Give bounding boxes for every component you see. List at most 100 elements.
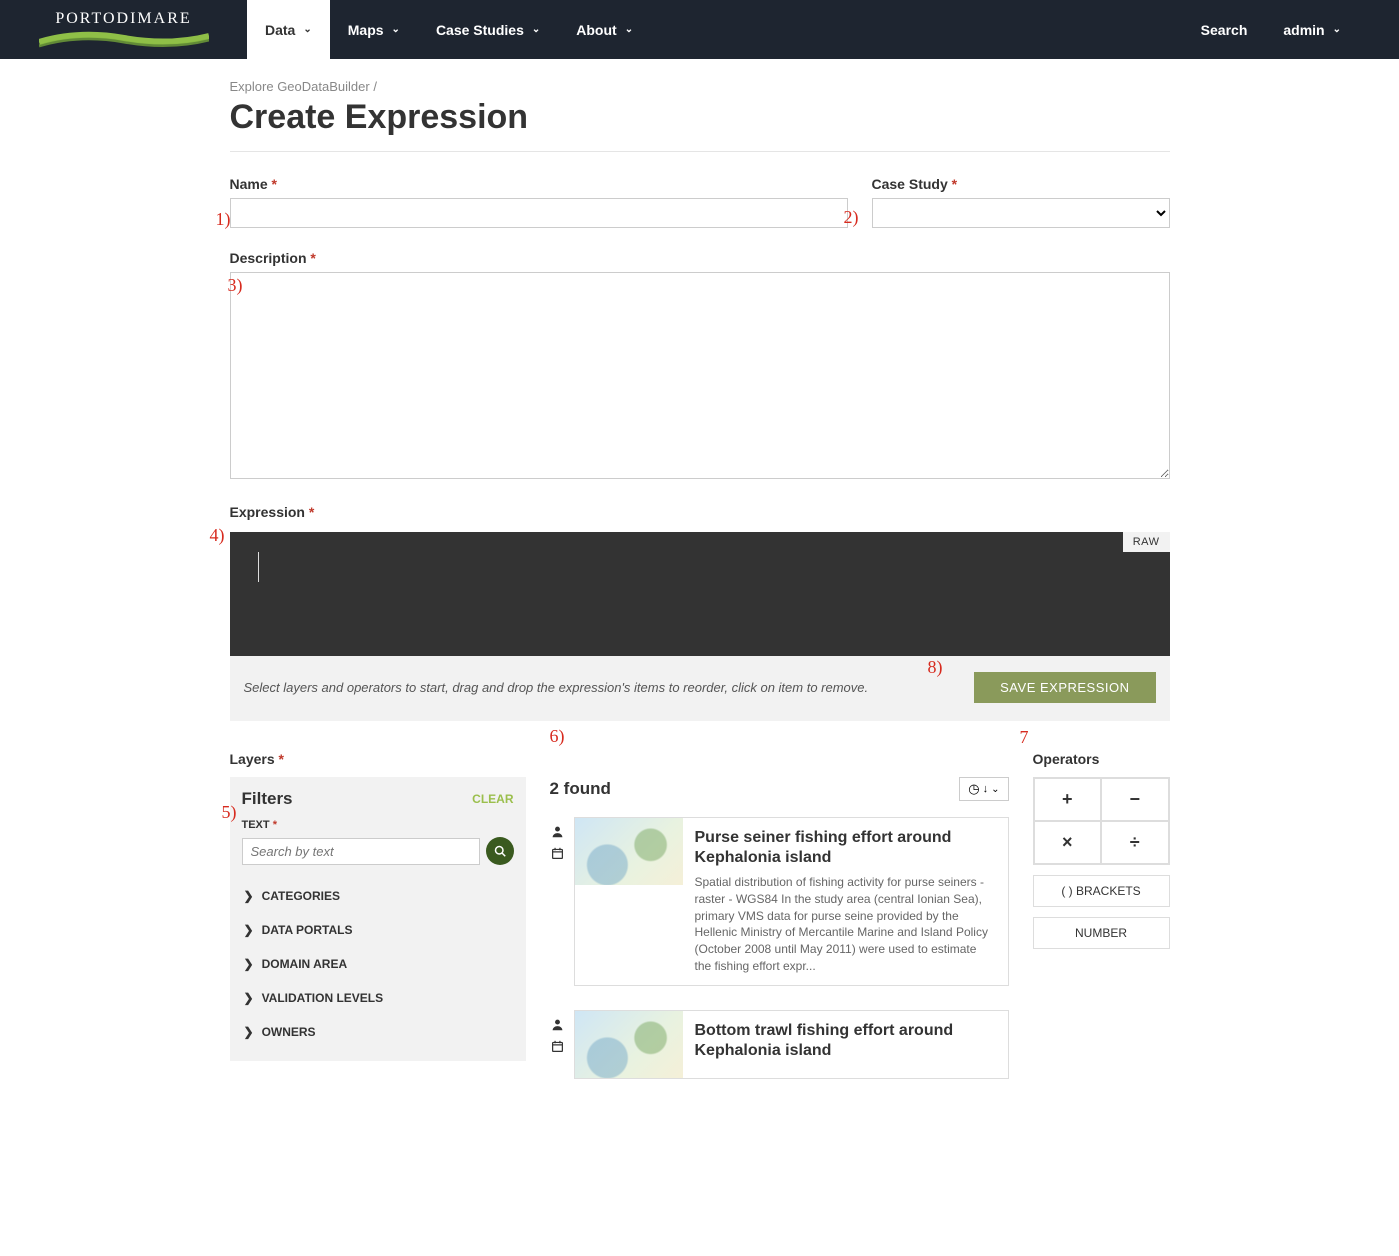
filter-label: OWNERS [262, 1025, 316, 1039]
nav-item-case-studies[interactable]: Case Studies ⌄ [418, 0, 558, 59]
result-title: Purse seiner fishing effort around Kepha… [695, 828, 996, 868]
page-title: Create Expression [230, 98, 1170, 137]
filter-owners[interactable]: ❯ OWNERS [242, 1015, 514, 1049]
operator-divide[interactable]: ÷ [1101, 821, 1169, 864]
expression-label: Expression * [230, 504, 1170, 520]
nav-items: Data ⌄ Maps ⌄ Case Studies ⌄ About ⌄ [247, 0, 651, 59]
filter-validation-levels[interactable]: ❯ VALIDATION LEVELS [242, 981, 514, 1015]
expression-editor[interactable]: RAW [230, 532, 1170, 656]
col-operators: Operators + − × ÷ ( ) BRACKETS NUMBER [1033, 751, 1170, 1103]
filter-label: DOMAIN AREA [262, 957, 348, 971]
case-study-label: Case Study * [872, 176, 1170, 192]
result-thumbnail [575, 1011, 683, 1078]
col-layers: Layers * Filters CLEAR TEXT * ❯CATEGORIE… [230, 751, 526, 1103]
page: Explore GeoDataBuilder / Create Expressi… [230, 79, 1170, 1143]
expression-hint: Select layers and operators to start, dr… [244, 680, 869, 695]
case-study-select[interactable] [872, 198, 1170, 228]
nav-label: Case Studies [436, 22, 524, 38]
chevron-right-icon: ❯ [244, 1025, 254, 1039]
col-results: 2 found ◷↓⌄ Purse seiner f [550, 751, 1009, 1103]
result-desc: Spatial distribution of fishing activity… [695, 874, 996, 975]
result-thumbnail [575, 818, 683, 885]
chevron-down-icon: ⌄ [625, 24, 633, 35]
description-label: Description * [230, 250, 1170, 266]
brand-swoosh-icon [39, 30, 209, 50]
annotation-4: 4) [210, 525, 225, 546]
clock-icon: ◷ [968, 781, 979, 797]
operator-brackets[interactable]: ( ) BRACKETS [1033, 875, 1170, 907]
chevron-right-icon: ❯ [244, 957, 254, 971]
calendar-icon[interactable] [551, 847, 564, 863]
results-count: 2 found [550, 779, 611, 799]
operators-label: Operators [1033, 751, 1170, 767]
search-input[interactable] [242, 838, 480, 865]
filter-label: VALIDATION LEVELS [262, 991, 384, 1005]
chevron-right-icon: ❯ [244, 889, 254, 903]
chevron-down-icon: ⌄ [303, 24, 311, 35]
filters-panel: Filters CLEAR TEXT * ❯CATEGORIES ❯DATA P… [230, 777, 526, 1061]
form-row-description: Description * [230, 250, 1170, 482]
filter-label: CATEGORIES [262, 889, 340, 903]
sort-down-icon: ↓ [983, 783, 989, 795]
raw-toggle-button[interactable]: RAW [1123, 532, 1170, 552]
nav-item-about[interactable]: About ⌄ [558, 0, 651, 59]
name-label: Name * [230, 176, 848, 192]
clear-filters-button[interactable]: CLEAR [472, 792, 513, 806]
breadcrumb: Explore GeoDataBuilder / [230, 79, 1170, 94]
divider [230, 151, 1170, 152]
filters-title: Filters [242, 789, 293, 809]
nav-label: Data [265, 22, 295, 38]
result-row: Bottom trawl fishing effort around Kepha… [550, 1010, 1009, 1079]
breadcrumb-link[interactable]: Explore GeoDataBuilder [230, 79, 370, 94]
nav-label: Search [1201, 22, 1248, 38]
filter-categories[interactable]: ❯ CATEGORIES [242, 879, 514, 913]
operator-multiply[interactable]: × [1034, 821, 1102, 864]
save-expression-button[interactable]: SAVE EXPRESSION [974, 672, 1155, 703]
description-input[interactable] [230, 272, 1170, 479]
chevron-down-icon: ⌄ [1333, 24, 1341, 35]
filter-data-portals[interactable]: ❯ DATA PORTALS [242, 913, 514, 947]
chevron-right-icon: ❯ [244, 923, 254, 937]
user-icon[interactable] [551, 825, 564, 841]
nav-label: About [576, 22, 616, 38]
filter-label: DATA PORTALS [262, 923, 353, 937]
form-col-casestudy: Case Study * [872, 176, 1170, 228]
operator-plus[interactable]: + [1034, 778, 1102, 821]
filter-domain-area[interactable]: ❯ DOMAIN AREA [242, 947, 514, 981]
result-meta-icons [550, 825, 566, 863]
chevron-right-icon: ❯ [244, 991, 254, 1005]
chevron-down-icon: ⌄ [532, 24, 540, 35]
result-row: Purse seiner fishing effort around Kepha… [550, 817, 1009, 986]
user-icon[interactable] [551, 1018, 564, 1034]
top-nav: PORTODIMARE Data ⌄ Maps ⌄ Case Studies ⌄… [0, 0, 1399, 59]
result-card[interactable]: Bottom trawl fishing effort around Kepha… [574, 1010, 1009, 1079]
nav-label: admin [1283, 22, 1324, 38]
operators-grid: + − × ÷ [1033, 777, 1170, 865]
search-button[interactable] [486, 837, 514, 865]
sort-button[interactable]: ◷↓⌄ [959, 777, 1008, 801]
chevron-down-icon: ⌄ [392, 24, 400, 35]
nav-item-maps[interactable]: Maps ⌄ [330, 0, 418, 59]
result-meta-icons [550, 1018, 566, 1056]
nav-search[interactable]: Search [1183, 0, 1266, 59]
nav-item-data[interactable]: Data ⌄ [247, 0, 330, 59]
nav-right: Search admin ⌄ [1183, 0, 1399, 59]
annotation-6: 6) [550, 726, 565, 747]
search-icon [494, 845, 506, 857]
expression-footer: Select layers and operators to start, dr… [230, 656, 1170, 721]
name-input[interactable] [230, 198, 848, 228]
brand-text: PORTODIMARE [55, 10, 191, 28]
form-row-name-casestudy: Name * Case Study * [230, 176, 1170, 228]
result-title: Bottom trawl fishing effort around Kepha… [695, 1021, 996, 1061]
annotation-7: 7 [1020, 727, 1029, 748]
form-col-name: Name * [230, 176, 848, 228]
operator-number[interactable]: NUMBER [1033, 917, 1170, 949]
operator-minus[interactable]: − [1101, 778, 1169, 821]
calendar-icon[interactable] [551, 1040, 564, 1056]
expression-cursor [258, 552, 259, 582]
brand[interactable]: PORTODIMARE [0, 0, 247, 59]
lower-columns: Layers * Filters CLEAR TEXT * ❯CATEGORIE… [230, 751, 1170, 1103]
form-row-expression: Expression * RAW Select layers and opera… [230, 504, 1170, 721]
nav-user[interactable]: admin ⌄ [1265, 0, 1359, 59]
result-card[interactable]: Purse seiner fishing effort around Kepha… [574, 817, 1009, 986]
